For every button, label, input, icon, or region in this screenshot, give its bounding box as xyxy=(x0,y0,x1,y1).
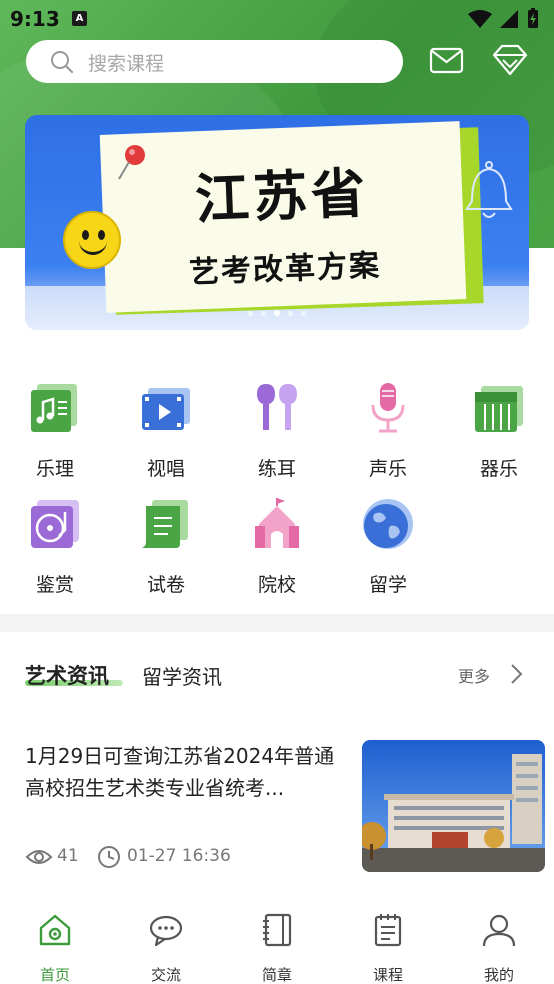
earphones-icon xyxy=(257,384,297,430)
notification-icon: A xyxy=(72,11,87,26)
category-label: 视唱 xyxy=(146,458,185,480)
more-link[interactable]: 更多 xyxy=(458,663,490,687)
mail-button[interactable] xyxy=(428,44,466,78)
category-test-paper[interactable]: 试卷 xyxy=(111,496,221,597)
category-label: 鉴赏 xyxy=(35,574,74,596)
smiley-icon xyxy=(63,211,121,269)
tab-art-news[interactable]: 艺术资讯 xyxy=(25,660,109,690)
video-icon xyxy=(142,388,190,430)
category-ear-training[interactable]: 练耳 xyxy=(222,380,332,481)
bell-icon xyxy=(465,161,513,218)
status-bar: 9:13 A xyxy=(0,0,554,38)
bottom-navigation: 首页 交流 简章 课程 我的 xyxy=(0,900,554,984)
mail-icon xyxy=(429,47,464,74)
chevron-right-icon[interactable] xyxy=(510,663,524,685)
category-study-abroad[interactable]: 留学 xyxy=(333,496,443,597)
clock-icon xyxy=(98,846,120,868)
system-status-icons xyxy=(468,8,538,28)
category-vocal[interactable]: 声乐 xyxy=(333,380,443,481)
category-music-theory[interactable]: 乐理 xyxy=(0,380,110,481)
record-player-icon xyxy=(31,500,79,548)
nav-label: 简章 xyxy=(261,966,292,984)
news-timestamp: 01-27 16:36 xyxy=(127,846,231,866)
eye-icon xyxy=(25,850,53,864)
nav-profile[interactable]: 我的 xyxy=(444,912,554,984)
news-thumbnail[interactable] xyxy=(362,740,545,872)
carousel-indicator xyxy=(25,301,529,320)
category-instrumental[interactable]: 器乐 xyxy=(444,380,554,481)
news-view-count: 41 xyxy=(57,846,79,866)
music-theory-icon xyxy=(31,384,77,432)
banner-card: 江苏省 艺考改革方案 xyxy=(99,121,467,313)
promo-banner[interactable]: 江苏省 艺考改革方案 xyxy=(25,115,529,330)
course-icon xyxy=(374,914,402,947)
nav-label: 交流 xyxy=(150,966,181,984)
nav-home[interactable]: 首页 xyxy=(0,912,110,984)
nav-label: 我的 xyxy=(483,966,514,984)
notebook-icon xyxy=(263,913,292,947)
category-label: 试卷 xyxy=(146,574,185,596)
tab-study-abroad-news[interactable]: 留学资讯 xyxy=(142,661,222,690)
piano-icon xyxy=(475,386,523,432)
banner-title: 江苏省 xyxy=(194,161,371,232)
profile-icon xyxy=(482,914,516,947)
school-icon xyxy=(255,498,299,548)
status-time: 9:13 xyxy=(10,7,60,31)
search-placeholder: 搜索课程 xyxy=(88,53,165,75)
diamond-icon xyxy=(492,44,528,76)
category-label: 乐理 xyxy=(35,458,74,480)
pushpin-icon xyxy=(118,145,145,180)
search-input[interactable]: 搜索课程 xyxy=(26,40,403,83)
category-label: 院校 xyxy=(257,574,296,596)
news-item-title[interactable]: 1月29日可查询江苏省2024年普通高校招生艺术类专业省统考... xyxy=(25,740,337,804)
nav-courses[interactable]: 课程 xyxy=(333,912,443,984)
category-label: 留学 xyxy=(368,574,407,596)
section-divider xyxy=(0,614,554,632)
vip-button[interactable] xyxy=(490,42,530,78)
category-appreciation[interactable]: 鉴赏 xyxy=(0,496,110,597)
nav-community[interactable]: 交流 xyxy=(111,912,221,984)
category-sight-singing[interactable]: 视唱 xyxy=(111,380,221,481)
nav-label: 课程 xyxy=(372,966,403,984)
category-label: 练耳 xyxy=(257,458,296,480)
category-label: 声乐 xyxy=(368,458,407,480)
search-icon xyxy=(51,51,74,74)
scroll-icon xyxy=(142,500,188,548)
category-schools[interactable]: 院校 xyxy=(222,496,332,597)
category-label: 器乐 xyxy=(479,458,518,480)
globe-icon xyxy=(363,499,413,549)
chat-icon xyxy=(149,915,183,947)
nav-label: 首页 xyxy=(39,966,70,984)
campus-building-image xyxy=(362,740,545,872)
banner-subtitle: 艺考改革方案 xyxy=(188,248,382,291)
home-icon xyxy=(39,914,71,946)
nav-brochure[interactable]: 简章 xyxy=(222,912,332,984)
microphone-icon xyxy=(371,383,405,433)
